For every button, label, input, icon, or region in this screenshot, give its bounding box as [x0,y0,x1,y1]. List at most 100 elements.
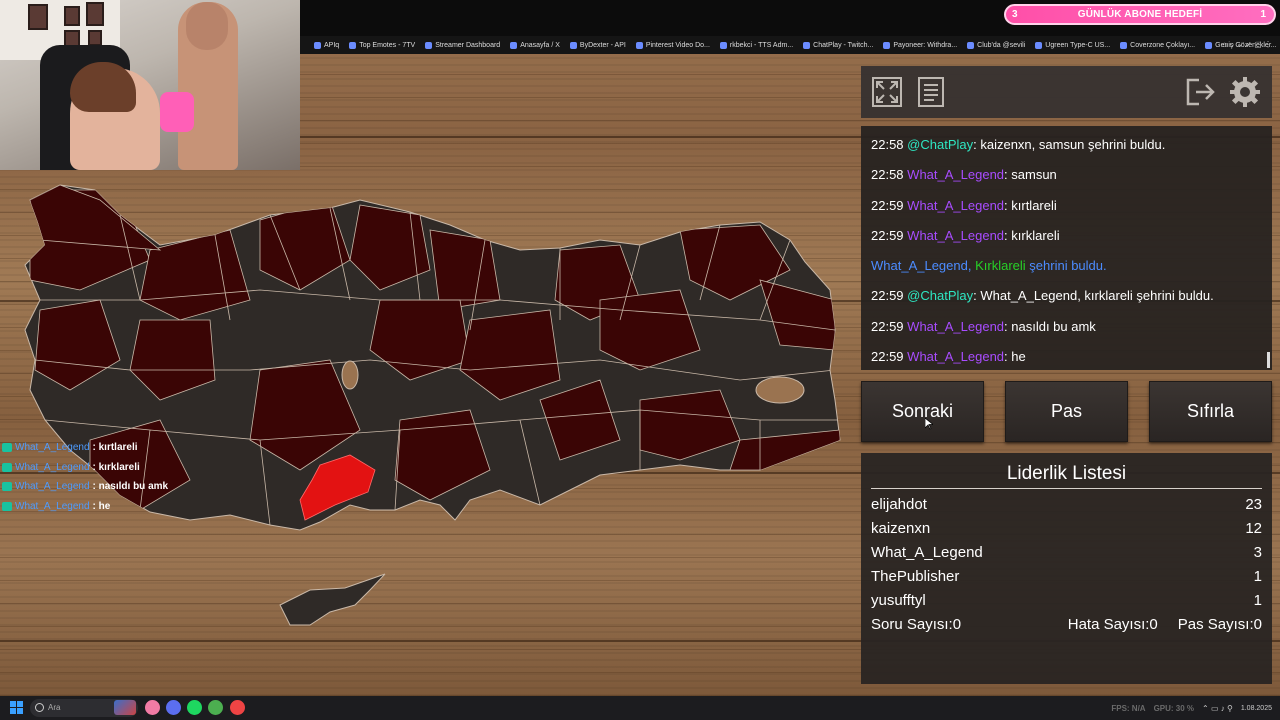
daily-sub-goal-bar: 3 GÜNLÜK ABONE HEDEFİ 1 [1004,4,1276,25]
bookmark-item[interactable]: Club'da @sevili [967,41,1025,49]
bookmark-item[interactable]: Coverzone Çoklayı... [1120,41,1195,49]
leaderboard-name: yusufftyl [871,592,926,609]
leaderboard-row: elijahdot 23 [871,493,1262,517]
leaderboard-row: yusufftyl 1 [871,589,1262,613]
leaderboard-score: 1 [1253,568,1262,585]
bookmark-favicon-icon [569,41,577,49]
chat-message: What_A_Legend, Kırklareli şehrini buldu. [871,251,1262,281]
bookmark-item[interactable]: Anasayfa / X [510,41,560,49]
taskbar-app-icon[interactable] [230,700,245,715]
bookmark-item[interactable]: Top Emotes - 7TV [349,41,415,49]
settings-gear-icon[interactable] [1229,76,1261,108]
chat-time: 22:59 [871,349,904,365]
chat-time: 22:58 [871,137,904,152]
goal-target: 1 [1260,9,1266,20]
chat-text: : samsun [1004,167,1057,183]
bookmark-item[interactable]: ByDexter - API [569,41,626,49]
game-toolbar [861,66,1272,118]
bookmarks-bar: APIq Top Emotes - 7TV Streamer Dashboard An… [300,36,1280,54]
leaderboard-row: What_A_Legend 3 [871,541,1262,565]
bookmark-favicon-icon [803,41,811,49]
bookmark-favicon-icon [1120,41,1128,49]
chat-message: 22:58 What_A_Legend: samsun [871,160,1262,190]
overlay-chat-message: What_A_Legend: kırtlareli [2,438,168,458]
overlay-chat-username: What_A_Legend [15,442,90,453]
overlay-chat-text: : he [92,500,111,512]
chat-time: 22:59 [871,227,904,243]
chat-message: 22:58 @ChatPlay: kaizenxn, samsun şehrin… [871,130,1262,160]
bookmark-item[interactable]: Ugreen Type-C US... [1035,41,1110,49]
browser-toolbar-icons: ⌂ ○ ⌄ ✓ ▢ ⋮ [1222,40,1272,49]
list-icon[interactable] [915,76,947,108]
leaderboard-row: ThePublisher 1 [871,565,1262,589]
chat-time: 22:58 [871,167,904,183]
overlay-chat-username: What_A_Legend [15,500,90,512]
chat-username: What_A_Legend [907,318,1005,334]
bookmark-favicon-icon [1035,41,1043,49]
chat-badge-icon [2,462,12,472]
chat-username: What_A_Legend, [871,258,972,274]
bookmark-favicon-icon [967,41,975,49]
windows-start-icon[interactable] [10,701,23,714]
reset-button[interactable]: Sıfırla [1149,381,1272,442]
bookmark-favicon-icon [1205,41,1213,49]
chat-username: What_A_Legend [907,197,1005,213]
next-button[interactable]: Sonraki [861,381,984,442]
bookmark-favicon-icon [719,41,727,49]
spotify-icon[interactable] [187,700,202,715]
overlay-chat-username: What_A_Legend [15,481,90,492]
overlay-chat-message: What_A_Legend: he [2,497,168,517]
bookmark-item[interactable]: Payoneer: Withdra... [883,41,957,49]
error-count: Hata Sayısı:0 [1067,616,1158,633]
fullscreen-icon[interactable] [871,76,903,108]
chat-badge-icon [2,443,12,453]
chat-text: : nasıldı bu amk [1004,318,1096,334]
turkey-province-map [24,184,841,626]
tray-icons[interactable]: ⌃ ▭ ♪ ⚲ [1202,704,1233,713]
chat-username: @ChatPlay [907,288,974,304]
bookmark-favicon-icon [425,41,433,49]
chat-scrollbar[interactable] [1267,352,1270,368]
chat-time: 22:59 [871,318,904,334]
exit-icon[interactable] [1185,76,1217,108]
leaderboard-score: 12 [1245,520,1262,537]
webcam-feed [0,0,300,170]
bookmark-favicon-icon [349,41,357,49]
bookmark-favicon-icon [510,41,518,49]
chat-badge-icon [2,482,12,492]
gpu-readout: GPU: 30 % [1153,703,1195,713]
windows-taskbar: Ara FPS: N/A GPU: 30 % ⌃ ▭ ♪ ⚲ 1.08.2025 [0,696,1280,720]
leaderboard-score: 23 [1245,496,1262,513]
taskbar-app-icon[interactable] [145,700,160,715]
goal-title: GÜNLÜK ABONE HEDEFİ [1077,9,1203,20]
pass-count: Pas Sayısı:0 [1177,616,1262,633]
chat-username: What_A_Legend [907,349,1005,365]
bookmark-item[interactable]: ChatPlay - Twitch... [803,41,873,49]
stream-chat-overlay: What_A_Legend: kırtlareli What_A_Legend: … [2,438,168,516]
taskbar-app-icon[interactable] [208,700,223,715]
leaderboard-panel: Liderlik Listesi elijahdot 23 kaizenxn 12 Wh… [861,453,1272,684]
overlay-chat-text: : kırtlareli [92,442,138,453]
bookmark-item[interactable]: Pinterest Video Do... [635,41,710,49]
search-icon [35,703,44,712]
bookmark-item[interactable]: rkbekci - TTS Adm... [719,41,793,49]
bookmark-favicon-icon [883,41,891,49]
leaderboard-score: 3 [1253,544,1262,561]
leaderboard-name: elijahdot [871,496,927,513]
discord-icon[interactable] [166,700,181,715]
pass-button[interactable]: Pas [1005,381,1128,442]
bookmark-item[interactable]: Streamer Dashboard [425,41,500,49]
overlay-chat-username: What_A_Legend [15,461,90,473]
leaderboard-name: ThePublisher [871,568,960,585]
overlay-chat-message: What_A_Legend: nasıldı bu amk [2,477,168,497]
taskbar-app-icon[interactable] [114,700,136,715]
clock: 1.08.2025 [1240,704,1272,712]
bookmark-item[interactable]: APIq [314,41,339,49]
chat-text: : kırklareli [1004,227,1060,243]
leaderboard-score: 1 [1253,592,1262,609]
leaderboard-name: What_A_Legend [871,544,983,561]
chat-city: Kırklareli [975,258,1026,274]
chat-badge-icon [2,501,12,511]
chat-message: 22:59 @ChatPlay: What_A_Legend, kırklare… [871,281,1262,311]
chat-username: What_A_Legend [907,167,1005,183]
